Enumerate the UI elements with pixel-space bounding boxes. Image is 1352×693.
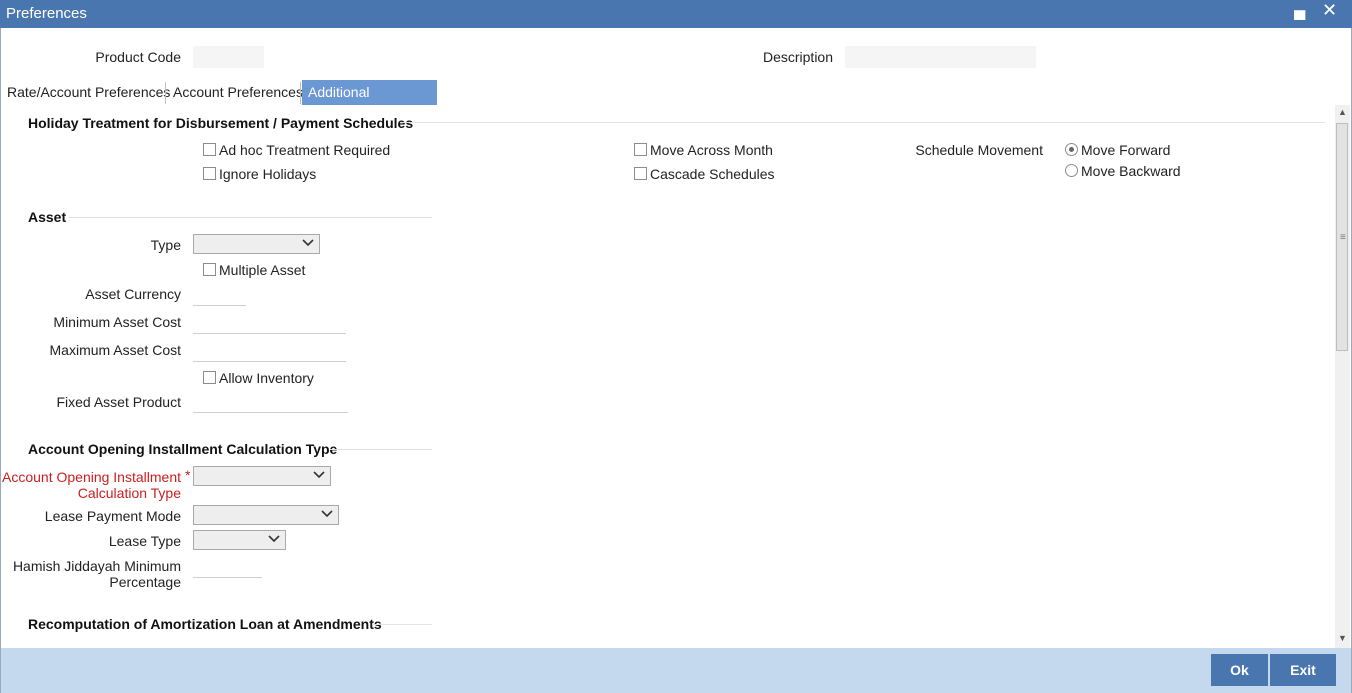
move-forward-label: Move Forward (1081, 142, 1171, 158)
installment-section-title: Account Opening Installment Calculation … (28, 441, 338, 457)
tab-separator (300, 82, 301, 104)
multiple-asset-label: Multiple Asset (219, 262, 306, 278)
cascade-schedules-checkbox[interactable] (634, 167, 647, 180)
scrollbar-thumb[interactable]: ≡ (1336, 123, 1348, 351)
multiple-asset-checkbox[interactable] (203, 263, 216, 276)
calc-type-label-line1: Account Opening Installment (2, 469, 181, 485)
tab-separator (165, 82, 166, 104)
hamish-min-percentage-label-line2: Percentage (109, 574, 181, 590)
move-backward-label: Move Backward (1081, 163, 1181, 179)
cascade-schedules-label: Cascade Schedules (650, 166, 775, 182)
asset-section-title: Asset (28, 209, 67, 225)
section-divider (330, 449, 432, 450)
allow-inventory-label: Allow Inventory (219, 370, 314, 386)
chevron-down-icon (320, 507, 334, 524)
product-code-field[interactable] (193, 46, 264, 68)
vertical-scrollbar[interactable]: ▲ ≡ ▼ (1335, 105, 1350, 648)
min-asset-cost-label: Minimum Asset Cost (53, 314, 181, 330)
hamish-min-percentage-field[interactable] (193, 557, 262, 578)
max-asset-cost-label: Maximum Asset Cost (49, 342, 181, 358)
fixed-asset-product-field[interactable] (193, 392, 348, 413)
ignore-holidays-checkbox[interactable] (203, 167, 216, 180)
required-mark: * (185, 467, 191, 483)
adhoc-treatment-label: Ad hoc Treatment Required (219, 142, 391, 158)
move-across-month-checkbox[interactable] (634, 143, 647, 156)
chevron-down-icon (267, 532, 281, 549)
chevron-down-icon (312, 468, 326, 485)
chevron-down-icon (301, 236, 315, 253)
exit-button[interactable]: Exit (1270, 654, 1336, 686)
lease-payment-mode-select[interactable] (193, 505, 339, 525)
description-field[interactable] (845, 46, 1036, 68)
scroll-down-icon[interactable]: ▼ (1338, 633, 1347, 643)
close-icon[interactable]: ✕ (1322, 0, 1337, 21)
move-across-month-label: Move Across Month (650, 142, 773, 158)
grip-icon: ≡ (1340, 232, 1346, 243)
ignore-holidays-label: Ignore Holidays (219, 166, 317, 182)
minimize-icon[interactable]: ▄ (1294, 2, 1305, 20)
section-divider (372, 624, 432, 625)
description-label: Description (762, 49, 833, 65)
adhoc-treatment-checkbox[interactable] (203, 143, 216, 156)
hamish-min-percentage-label-line1: Hamish Jiddayah Minimum (12, 558, 181, 574)
move-forward-radio[interactable] (1065, 143, 1078, 156)
asset-type-label: Type (150, 237, 181, 253)
tab-additional-preference[interactable]: Additional Preference (302, 80, 437, 125)
lease-type-select[interactable] (193, 530, 286, 550)
product-code-label: Product Code (95, 49, 181, 65)
min-asset-cost-field[interactable] (193, 313, 346, 334)
move-backward-radio[interactable] (1065, 164, 1078, 177)
lease-payment-mode-label: Lease Payment Mode (44, 508, 181, 524)
max-asset-cost-field[interactable] (193, 341, 346, 362)
asset-currency-field[interactable] (193, 285, 246, 306)
tab-rate-account-preferences[interactable]: Rate/Account Preferences (1, 80, 176, 105)
holiday-section-title: Holiday Treatment for Disbursement / Pay… (28, 115, 414, 131)
tab-account-preferences[interactable]: Account Preferences (167, 80, 309, 105)
ok-button[interactable]: Ok (1211, 654, 1268, 686)
section-divider (68, 217, 432, 218)
section-divider (400, 122, 1325, 123)
calc-type-select[interactable] (193, 466, 331, 486)
calc-type-label-line2: Calculation Type (77, 485, 181, 501)
window-border-left (0, 28, 1, 693)
recomputation-section-title: Recomputation of Amortization Loan at Am… (28, 616, 382, 632)
schedule-movement-label: Schedule Movement (915, 142, 1043, 158)
lease-type-label: Lease Type (108, 533, 181, 549)
footer-bar (1, 648, 1351, 693)
scroll-up-icon[interactable]: ▲ (1338, 107, 1347, 117)
asset-type-select[interactable] (193, 234, 320, 254)
allow-inventory-checkbox[interactable] (203, 371, 216, 384)
title-bar: Preferences ▄ ✕ (0, 0, 1352, 28)
asset-currency-label: Asset Currency (85, 286, 181, 302)
fixed-asset-product-label: Fixed Asset Product (56, 394, 181, 410)
window-title: Preferences (6, 5, 87, 22)
